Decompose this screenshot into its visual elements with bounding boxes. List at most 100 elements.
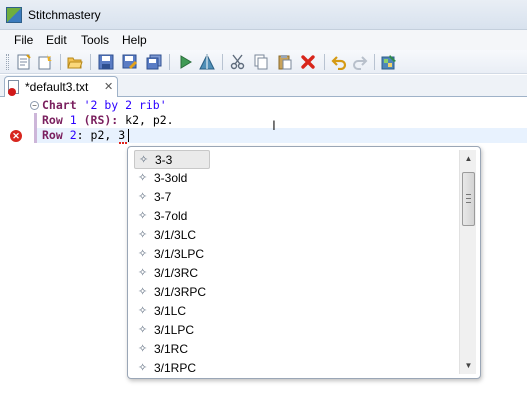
menu-edit[interactable]: Edit	[46, 33, 67, 47]
delete-icon[interactable]	[300, 54, 316, 70]
stitch-symbol-icon: ✧	[138, 267, 148, 279]
colon: :	[76, 128, 84, 142]
range-indicator	[34, 113, 37, 128]
autocomplete-item[interactable]: ✧ 3-3old	[134, 169, 456, 188]
autocomplete-item[interactable]: ✧ 3/1LC	[134, 302, 456, 321]
error-icon: ✕	[10, 130, 22, 142]
stitch-symbol-icon: ✧	[138, 324, 148, 336]
range-indicator	[34, 128, 37, 143]
stitch-text: p2,	[83, 128, 119, 142]
window-title: Stitchmastery	[28, 8, 101, 22]
autocomplete-item[interactable]: ✧ 3/1RPC	[134, 359, 456, 376]
thumb-grip-icon	[466, 194, 471, 203]
stitch-symbol-icon: ✧	[138, 362, 148, 374]
toolbar-separator	[169, 54, 170, 70]
toolbar-separator	[60, 54, 61, 70]
title-bar: Stitchmastery	[0, 0, 527, 30]
autocomplete-item[interactable]: ✧ 3-3	[134, 150, 210, 169]
paste-icon[interactable]	[277, 54, 293, 70]
autocomplete-item-label: 3/1LC	[154, 304, 187, 318]
autocomplete-item-label: 3-3	[155, 153, 173, 167]
code-line-3: Row 2: p2, 3	[42, 128, 125, 143]
save-icon[interactable]	[98, 54, 114, 70]
stitch-symbol-icon: ✧	[138, 305, 148, 317]
editor-tab-strip: *default3.txt ✕	[0, 75, 527, 98]
text-caret	[128, 129, 129, 142]
autocomplete-item[interactable]: ✧ 3/1RC	[134, 340, 456, 359]
toolbar	[0, 50, 527, 74]
keyword: Chart	[42, 98, 77, 112]
autocomplete-item[interactable]: ✧ 3/1LPC	[134, 321, 456, 340]
new-file-icon[interactable]	[37, 54, 53, 70]
autocomplete-item-label: 3/1/3RPC	[154, 285, 207, 299]
stitch-symbol-icon: ✧	[139, 154, 149, 166]
new-chart-icon[interactable]	[16, 54, 32, 70]
autocomplete-item[interactable]: ✧ 3/1/3RPC	[134, 283, 456, 302]
row-number: 2	[69, 128, 77, 142]
autocomplete-item[interactable]: ✧ 3/1/3LPC	[134, 245, 456, 264]
menu-tools[interactable]: Tools	[81, 33, 109, 47]
autocomplete-item[interactable]: ✧ 3/1/3LC	[134, 226, 456, 245]
autocomplete-item[interactable]: ✧ 3-7old	[134, 207, 456, 226]
keyword: Row	[42, 128, 63, 142]
stitch-symbol-icon: ✧	[138, 343, 148, 355]
redo-icon[interactable]	[352, 54, 368, 70]
code-line-1: Chart '2 by 2 rib'	[42, 98, 167, 113]
chart-preview-icon[interactable]	[199, 54, 215, 70]
autocomplete-item-label: 3/1RC	[154, 342, 189, 356]
copy-icon[interactable]	[253, 54, 269, 70]
menu-help[interactable]: Help	[122, 33, 147, 47]
stitch-symbol-icon: ✧	[138, 286, 148, 298]
autocomplete-item-label: 3-7	[154, 190, 172, 204]
toolbar-separator	[324, 54, 325, 70]
toolbar-separator	[222, 54, 223, 70]
stitch-symbol-icon: ✧	[138, 172, 148, 184]
error-overlay-icon	[8, 88, 16, 96]
autocomplete-item-label: 3-3old	[154, 171, 188, 185]
close-icon[interactable]: ✕	[104, 80, 113, 93]
stitch-symbol-icon: ✧	[138, 248, 148, 260]
save-all-icon[interactable]	[146, 54, 162, 70]
tab-label: *default3.txt	[25, 80, 89, 94]
row-number: 1	[69, 113, 77, 127]
run-icon[interactable]	[177, 54, 193, 70]
autocomplete-item-label: 3/1/3RC	[154, 266, 199, 280]
autocomplete-item-label: 3/1LPC	[154, 323, 195, 337]
open-folder-icon[interactable]	[67, 54, 83, 70]
side-marker: (RS):	[83, 113, 119, 127]
ibeam-cursor-icon: I	[272, 117, 276, 133]
toolbar-separator	[374, 54, 375, 70]
autocomplete-item[interactable]: ✧ 3-7	[134, 188, 456, 207]
code-line-2: Row 1 (RS): k2, p2.	[42, 113, 174, 128]
undo-icon[interactable]	[331, 54, 347, 70]
stitch-symbol-icon: ✧	[138, 210, 148, 222]
editor-gutter: − ✕	[0, 97, 39, 403]
scroll-thumb[interactable]	[462, 172, 475, 226]
app-icon	[6, 7, 22, 23]
toolbar-grip[interactable]	[6, 54, 9, 70]
toolbar-separator	[90, 54, 91, 70]
autocomplete-item[interactable]: ✧ 3/1/3RC	[134, 264, 456, 283]
autocomplete-item-label: 3/1/3LC	[154, 228, 197, 242]
autocomplete-item-label: 3/1RPC	[154, 361, 197, 375]
scroll-down-icon[interactable]: ▼	[463, 360, 474, 371]
stitch-text: k2, p2.	[118, 113, 174, 127]
menu-bar: File Edit Tools Help	[0, 30, 527, 50]
string-literal: '2 by 2 rib'	[83, 98, 167, 112]
file-icon	[8, 80, 19, 96]
tab-default3[interactable]: *default3.txt ✕	[4, 76, 118, 98]
keyword: Row	[42, 113, 63, 127]
autocomplete-item-label: 3-7old	[154, 209, 188, 223]
autocomplete-list[interactable]: ✧ 3-3 ✧ 3-3old ✧ 3-7 ✧ 3-7old ✧ 3/1/3LC ✧ 3/1/3LPC ✧…	[134, 150, 456, 376]
scroll-up-icon[interactable]: ▲	[463, 153, 474, 164]
fold-collapse-icon[interactable]: −	[30, 101, 39, 110]
vertical-scrollbar[interactable]: ▲ ▼	[459, 150, 476, 374]
error-text: 3	[118, 128, 126, 142]
stitch-symbol-icon: ✧	[138, 191, 148, 203]
autocomplete-popup[interactable]: ✧ 3-3 ✧ 3-3old ✧ 3-7 ✧ 3-7old ✧ 3/1/3LC ✧ 3/1/3LPC ✧…	[127, 146, 481, 379]
cut-icon[interactable]	[230, 54, 246, 70]
save-as-icon[interactable]	[122, 54, 138, 70]
palette-icon[interactable]	[381, 54, 397, 70]
error-underline	[119, 141, 127, 144]
menu-file[interactable]: File	[14, 33, 33, 47]
